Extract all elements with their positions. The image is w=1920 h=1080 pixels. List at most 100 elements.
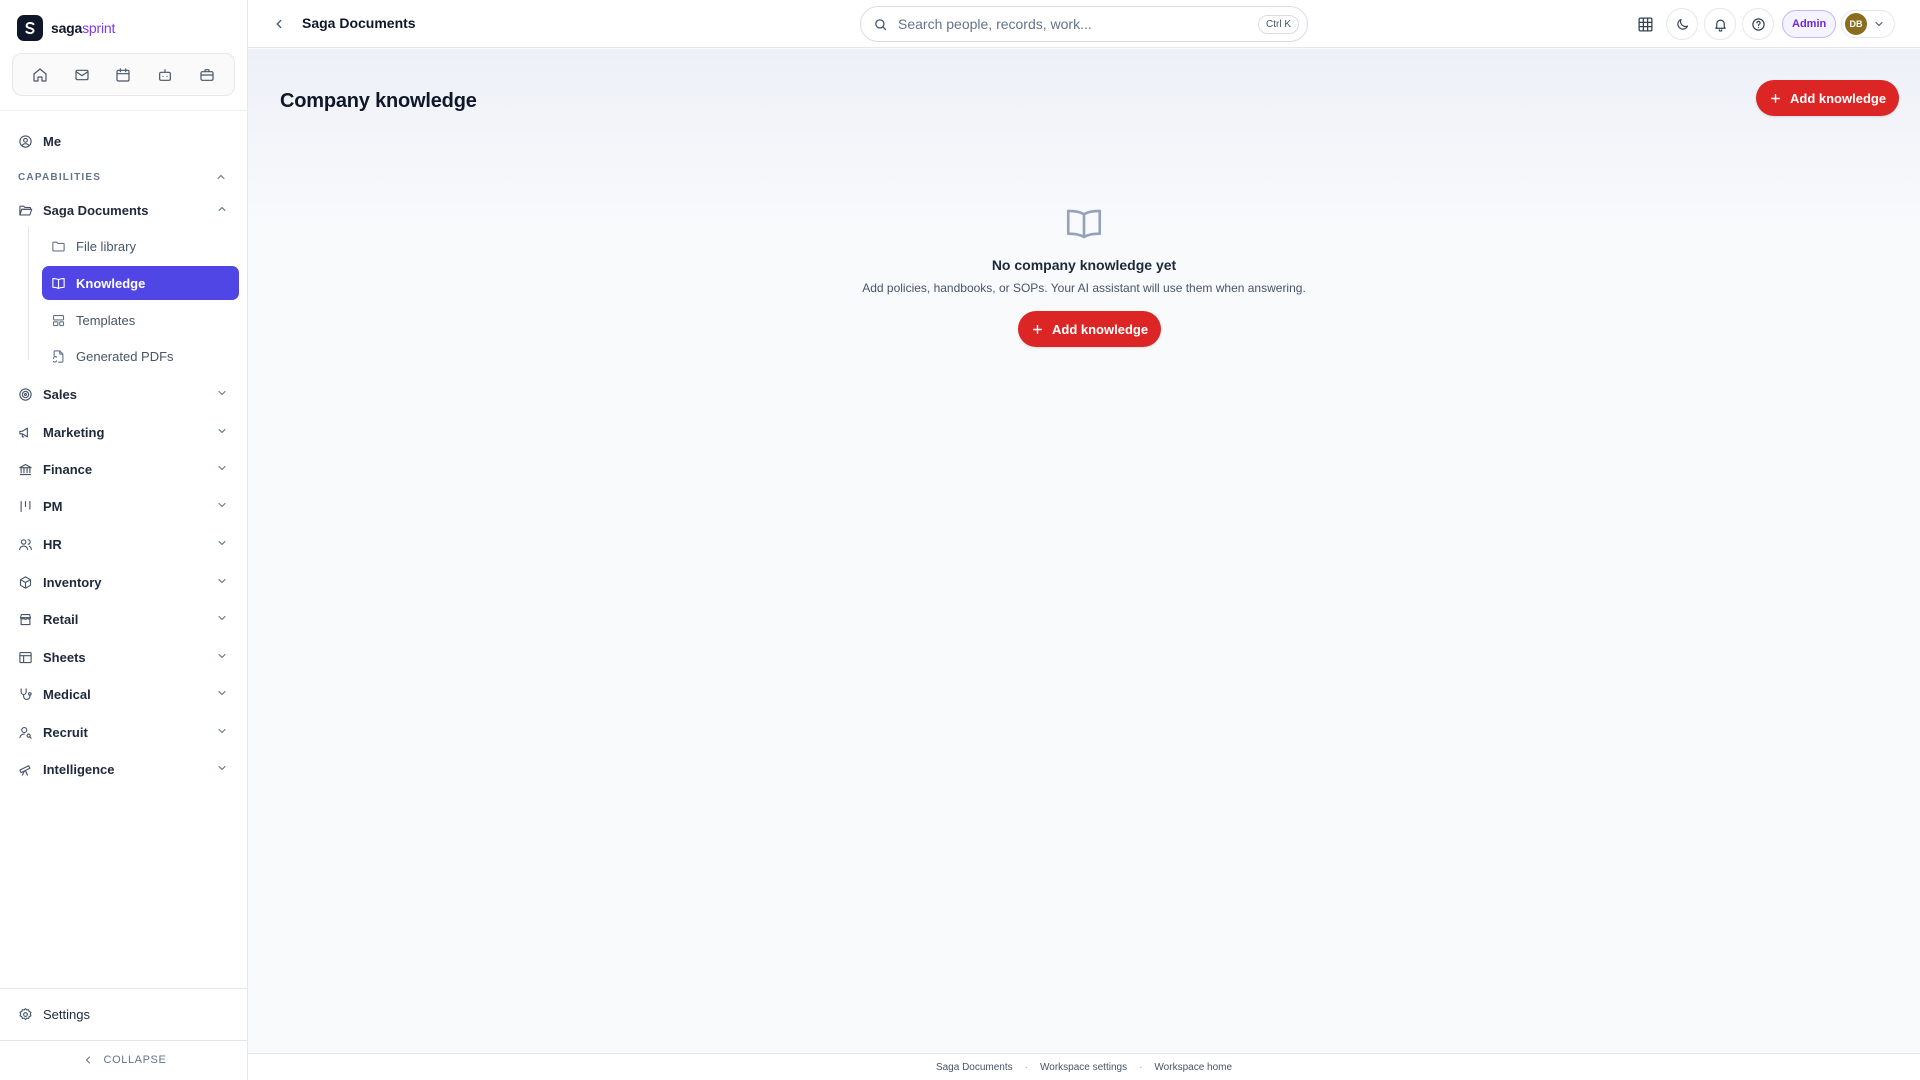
target-icon [19,387,32,401]
sidebar-group-inventory[interactable]: Inventory [12,567,238,597]
footer-link-workspace-settings[interactable]: Workspace settings [1040,1062,1127,1073]
sidebar-item-me[interactable]: Me [12,126,238,156]
collapse-button[interactable]: COLLAPSE [0,1046,248,1074]
sidebar-group-hr[interactable]: HR [12,529,238,559]
sidebar-item-templates[interactable]: Templates [42,303,239,337]
sidebar-group-sheets[interactable]: Sheets [12,642,238,672]
footer-link-workspace-home[interactable]: Workspace home [1154,1062,1232,1073]
sidebar-item-knowledge[interactable]: Knowledge [42,266,239,300]
search-icon [875,18,887,30]
sidebar-item-label: Retail [43,611,79,627]
divider [0,988,248,989]
empty-state-subtitle: Add policies, handbooks, or SOPs. Your A… [862,281,1306,295]
sidebar-group-medical[interactable]: Medical [12,679,238,709]
sidebar-item-label: Saga Documents [43,202,149,218]
sidebar-item-label: PM [43,498,63,514]
template-icon [52,314,65,326]
table-icon [19,651,32,663]
capabilities-label: CAPABILITIES [18,172,102,183]
chevron-down-icon [218,765,226,771]
footer: Saga Documents · Workspace settings · Wo… [248,1053,1920,1080]
sidebar-group-retail[interactable]: Retail [12,604,238,634]
mail-icon[interactable] [67,60,97,90]
chevron-down-icon [218,540,226,546]
bell-icon [1714,19,1726,32]
app-logo[interactable]: sagasprint [17,15,115,41]
folder-open-icon [19,205,33,215]
search-input[interactable] [898,16,1248,32]
sidebar-item-settings[interactable]: Settings [12,999,238,1029]
sidebar-group-intelligence[interactable]: Intelligence [12,754,238,784]
telescope-icon [19,764,31,776]
top-bar: Saga Documents Ctrl K Admin DB [248,0,1920,48]
sidebar-item-label: Generated PDFs [76,348,174,364]
sidebar-item-label: Sheets [43,649,86,665]
moon-icon [1676,18,1688,30]
shortcut-hint: Ctrl K [1258,14,1299,34]
book-icon [52,277,65,289]
chevron-down-icon [218,390,226,396]
breadcrumb: Saga Documents [302,15,416,31]
help-circle-icon [1751,17,1765,31]
footer-link-saga-documents[interactable]: Saga Documents [936,1062,1013,1073]
chevron-up-icon [218,206,226,212]
add-knowledge-button[interactable]: Add knowledge [1756,80,1900,116]
footer-separator: · [1139,1061,1143,1073]
chevron-down-icon [218,502,226,508]
chevron-left-icon [85,1056,90,1064]
kanban-icon [20,500,31,512]
button-label: Add knowledge [1052,321,1149,337]
calendar-icon[interactable] [108,60,138,90]
plus-icon [1033,324,1042,334]
collapse-label: COLLAPSE [103,1054,167,1066]
empty-state-title: No company knowledge yet [991,257,1177,273]
sidebar-item-file-library[interactable]: File library [42,229,239,263]
sidebar-group-finance[interactable]: Finance [12,454,238,484]
role-badge[interactable]: Admin [1782,10,1837,38]
back-button[interactable] [272,17,286,31]
user-circle-icon [19,134,32,148]
sidebar-group-saga-documents[interactable]: Saga Documents [12,195,238,225]
sidebar-item-label: HR [43,536,62,552]
avatar: DB [1845,13,1867,35]
empty-state-add-knowledge-button[interactable]: Add knowledge [1018,311,1162,347]
user-menu[interactable]: DB [1841,10,1895,38]
bot-icon[interactable] [150,60,180,90]
theme-toggle-button[interactable] [1666,8,1698,40]
sidebar-item-label: Marketing [43,424,105,440]
button-label: Add knowledge [1790,90,1887,106]
chevron-down-icon [218,465,226,471]
sidebar-item-label: Finance [43,461,93,477]
store-icon [19,613,32,625]
chevron-down-icon [218,728,226,734]
divider [0,110,248,111]
briefcase-icon[interactable] [192,60,222,90]
logo-mark-icon [17,15,43,41]
box-icon [19,575,32,589]
chevron-up-icon[interactable] [215,171,227,183]
global-search[interactable]: Ctrl K [860,6,1308,42]
sidebar-item-label: Intelligence [43,761,115,777]
notifications-button[interactable] [1704,8,1736,40]
chevron-down-icon [218,578,226,584]
tree-line [28,226,29,360]
sidebar: sagasprint Me CAPABILITIES Saga Document… [0,0,248,1080]
sidebar-item-label: Recruit [43,724,88,740]
chevron-down-icon [218,653,226,659]
grid-icon [1637,16,1653,32]
chevron-down-icon [218,690,226,696]
sidebar-item-label: Settings [43,1006,90,1022]
user-search-icon [19,726,32,739]
quick-nav [12,53,235,96]
help-button[interactable] [1742,8,1774,40]
sidebar-group-recruit[interactable]: Recruit [12,717,238,747]
sidebar-item-generated-pdfs[interactable]: Generated PDFs [42,339,239,373]
sidebar-group-sales[interactable]: Sales [12,379,238,409]
sidebar-group-pm[interactable]: PM [12,491,238,521]
home-icon[interactable] [25,60,55,90]
main-content: Company knowledge Add knowledge No compa… [248,49,1920,1053]
apps-grid-button[interactable] [1633,12,1657,36]
sidebar-group-marketing[interactable]: Marketing [12,417,238,447]
sidebar-item-label: Me [43,133,62,149]
gear-icon [19,1007,32,1020]
